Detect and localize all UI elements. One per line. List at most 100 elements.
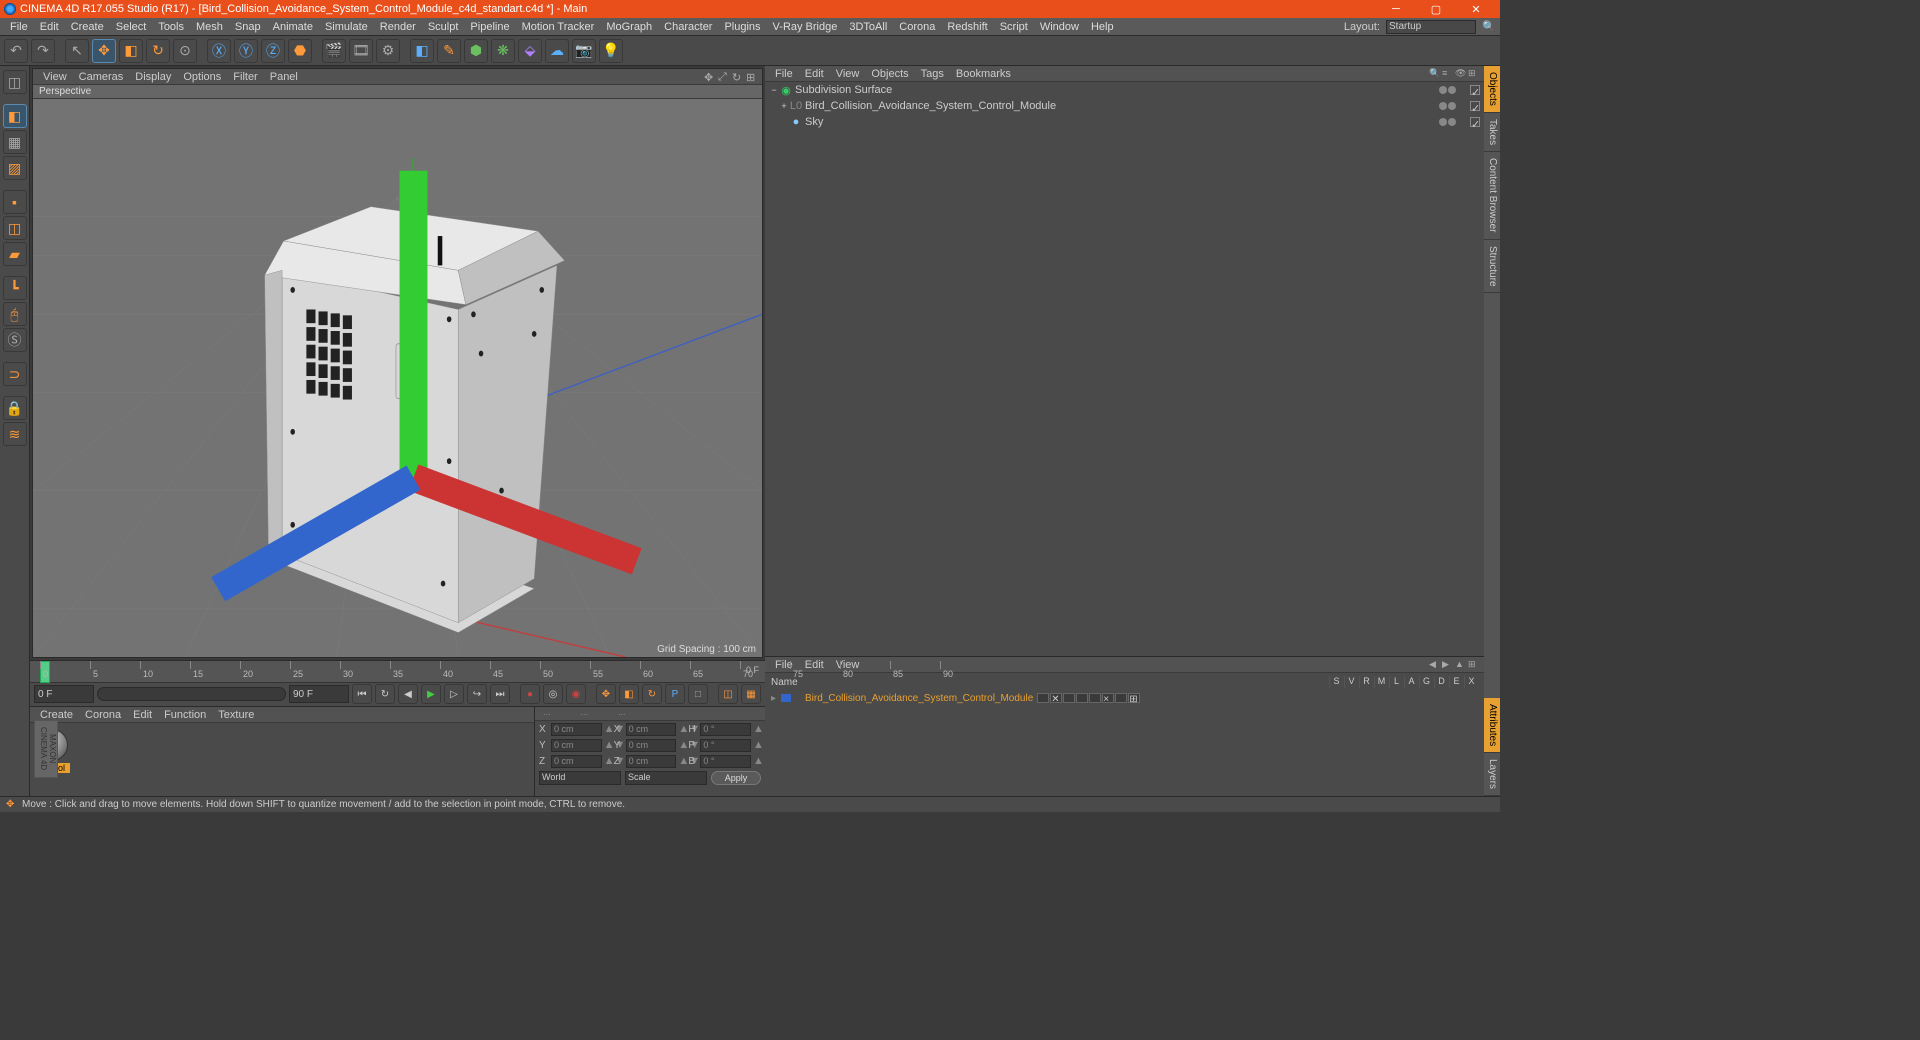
camera-tool[interactable]: 📷 bbox=[572, 39, 596, 63]
obj-menu-bookmarks[interactable]: Bookmarks bbox=[950, 68, 1017, 80]
timeline-range-bar[interactable] bbox=[97, 687, 286, 701]
render-dot[interactable] bbox=[1448, 86, 1456, 94]
render-view[interactable]: 🎬 bbox=[322, 39, 346, 63]
lock-tool[interactable]: 🔒 bbox=[3, 396, 27, 420]
viewport-menu-cameras[interactable]: Cameras bbox=[73, 71, 130, 83]
menu-render[interactable]: Render bbox=[374, 21, 422, 33]
redo-button[interactable]: ↷ bbox=[31, 39, 55, 63]
make-editable[interactable]: ◫ bbox=[3, 70, 27, 94]
edge-mode[interactable]: ◫ bbox=[3, 216, 27, 240]
obj-menu-view[interactable]: View bbox=[830, 68, 866, 80]
material-menu-function[interactable]: Function bbox=[158, 709, 212, 721]
size-field[interactable]: 0 cm bbox=[626, 739, 677, 752]
attr-column-d[interactable]: D bbox=[1434, 676, 1448, 688]
viewport-menu-options[interactable]: Options bbox=[177, 71, 227, 83]
material-menu-edit[interactable]: Edit bbox=[127, 709, 158, 721]
enable-checkbox[interactable]: ✓ bbox=[1470, 85, 1480, 95]
timeline-ruler[interactable]: 051015202530354045505560657075808590 0 F bbox=[30, 661, 765, 683]
render-settings[interactable]: ⚙ bbox=[376, 39, 400, 63]
fcurve-button[interactable]: ◫ bbox=[718, 684, 738, 704]
attr-back-icon[interactable]: ◀ bbox=[1429, 659, 1441, 671]
obj-menu-file[interactable]: File bbox=[769, 68, 799, 80]
point-mode[interactable]: ▪ bbox=[3, 190, 27, 214]
menu-redshift[interactable]: Redshift bbox=[941, 21, 993, 33]
size-field[interactable]: 0 cm bbox=[626, 755, 677, 768]
attr-column-m[interactable]: M bbox=[1374, 676, 1388, 688]
loop-button[interactable]: ↻ bbox=[375, 684, 395, 704]
attr-menu-edit[interactable]: Edit bbox=[799, 659, 830, 671]
key-pla-button[interactable]: □ bbox=[688, 684, 708, 704]
goto-start-button[interactable]: ⏮ bbox=[352, 684, 372, 704]
size-field[interactable]: 0 cm bbox=[626, 723, 677, 736]
obj-menu-edit[interactable]: Edit bbox=[799, 68, 830, 80]
scale-tool[interactable]: ◧ bbox=[119, 39, 143, 63]
menu-corona[interactable]: Corona bbox=[893, 21, 941, 33]
viewport-solo[interactable]: 🖰 bbox=[3, 302, 27, 326]
menu-animate[interactable]: Animate bbox=[267, 21, 319, 33]
z-axis-lock[interactable]: Ⓩ bbox=[261, 39, 285, 63]
maximize-button[interactable]: ▢ bbox=[1416, 0, 1456, 18]
select-tool[interactable]: ↖ bbox=[65, 39, 89, 63]
enable-checkbox[interactable]: ✓ bbox=[1470, 117, 1480, 127]
tree-row[interactable]: ●Sky✓ bbox=[765, 114, 1484, 130]
attr-column-l[interactable]: L bbox=[1389, 676, 1403, 688]
menu-3dtoall[interactable]: 3DToAll bbox=[843, 21, 893, 33]
obj-menu-tags[interactable]: Tags bbox=[915, 68, 950, 80]
move-tool[interactable]: ✥ bbox=[92, 39, 116, 63]
obj-menu-objects[interactable]: Objects bbox=[865, 68, 914, 80]
tab-structure[interactable]: Structure bbox=[1484, 240, 1500, 294]
attr-column-v[interactable]: V bbox=[1344, 676, 1358, 688]
rot-field[interactable]: 0 ° bbox=[700, 723, 751, 736]
viewport-menu-display[interactable]: Display bbox=[129, 71, 177, 83]
search-icon[interactable]: 🔍 bbox=[1482, 20, 1496, 34]
viewport-layout-icon[interactable]: ⊞ bbox=[746, 71, 758, 83]
attr-toggle-1[interactable] bbox=[1037, 693, 1049, 703]
tab-attributes[interactable]: Attributes bbox=[1484, 698, 1500, 753]
menu-sculpt[interactable]: Sculpt bbox=[422, 21, 465, 33]
attr-toggle-6[interactable]: × bbox=[1102, 693, 1114, 703]
attr-toggle-7[interactable] bbox=[1115, 693, 1127, 703]
frame-start-field[interactable] bbox=[34, 685, 94, 703]
attr-column-s[interactable]: S bbox=[1329, 676, 1343, 688]
array-tool[interactable]: ❋ bbox=[491, 39, 515, 63]
environment[interactable]: ☁ bbox=[545, 39, 569, 63]
visibility-dot[interactable] bbox=[1439, 102, 1447, 110]
om-filter-icon[interactable]: ≡ bbox=[1442, 68, 1454, 80]
goto-end-button[interactable]: ⏭ bbox=[490, 684, 510, 704]
attr-column-e[interactable]: E bbox=[1449, 676, 1463, 688]
pos-field[interactable]: 0 cm bbox=[551, 739, 602, 752]
menu-select[interactable]: Select bbox=[110, 21, 153, 33]
keyframe-button[interactable]: ◉ bbox=[566, 684, 586, 704]
attr-column-x[interactable]: X bbox=[1464, 676, 1478, 688]
attr-toggle-3[interactable] bbox=[1063, 693, 1075, 703]
menu-create[interactable]: Create bbox=[65, 21, 110, 33]
menu-window[interactable]: Window bbox=[1034, 21, 1085, 33]
rot-field[interactable]: 0 ° bbox=[700, 755, 751, 768]
key-rot-button[interactable]: ↻ bbox=[642, 684, 662, 704]
key-pos-button[interactable]: ✥ bbox=[596, 684, 616, 704]
frame-end-field[interactable] bbox=[289, 685, 349, 703]
viewport-nav-move-icon[interactable]: ✥ bbox=[704, 71, 716, 83]
om-layout-icon[interactable]: ⊞ bbox=[1468, 68, 1480, 80]
attr-fwd-icon[interactable]: ▶ bbox=[1442, 659, 1454, 671]
render-dot[interactable] bbox=[1448, 102, 1456, 110]
viewport-nav-rotate-icon[interactable]: ↻ bbox=[732, 71, 744, 83]
last-tool[interactable]: ⊙ bbox=[173, 39, 197, 63]
deformers[interactable]: ⬙ bbox=[518, 39, 542, 63]
menu-file[interactable]: File bbox=[4, 21, 34, 33]
coord-system[interactable]: ⬣ bbox=[288, 39, 312, 63]
workplane-mode[interactable]: ▨ bbox=[3, 156, 27, 180]
menu-help[interactable]: Help bbox=[1085, 21, 1120, 33]
visibility-dot[interactable] bbox=[1439, 118, 1447, 126]
pen-tool[interactable]: ✎ bbox=[437, 39, 461, 63]
coord-size-mode[interactable]: Scale bbox=[625, 771, 707, 785]
menu-pipeline[interactable]: Pipeline bbox=[464, 21, 515, 33]
close-button[interactable]: ✕ bbox=[1456, 0, 1496, 18]
viewport-menu-panel[interactable]: Panel bbox=[264, 71, 304, 83]
om-eye-icon[interactable]: 👁 bbox=[1455, 68, 1467, 80]
attr-object-link[interactable]: Bird_Collision_Avoidance_System_Control_… bbox=[791, 693, 1033, 704]
menu-mograph[interactable]: MoGraph bbox=[600, 21, 658, 33]
om-search-icon[interactable]: 🔍 bbox=[1429, 68, 1441, 80]
undo-button[interactable]: ↶ bbox=[4, 39, 28, 63]
autokey-button[interactable]: ◎ bbox=[543, 684, 563, 704]
